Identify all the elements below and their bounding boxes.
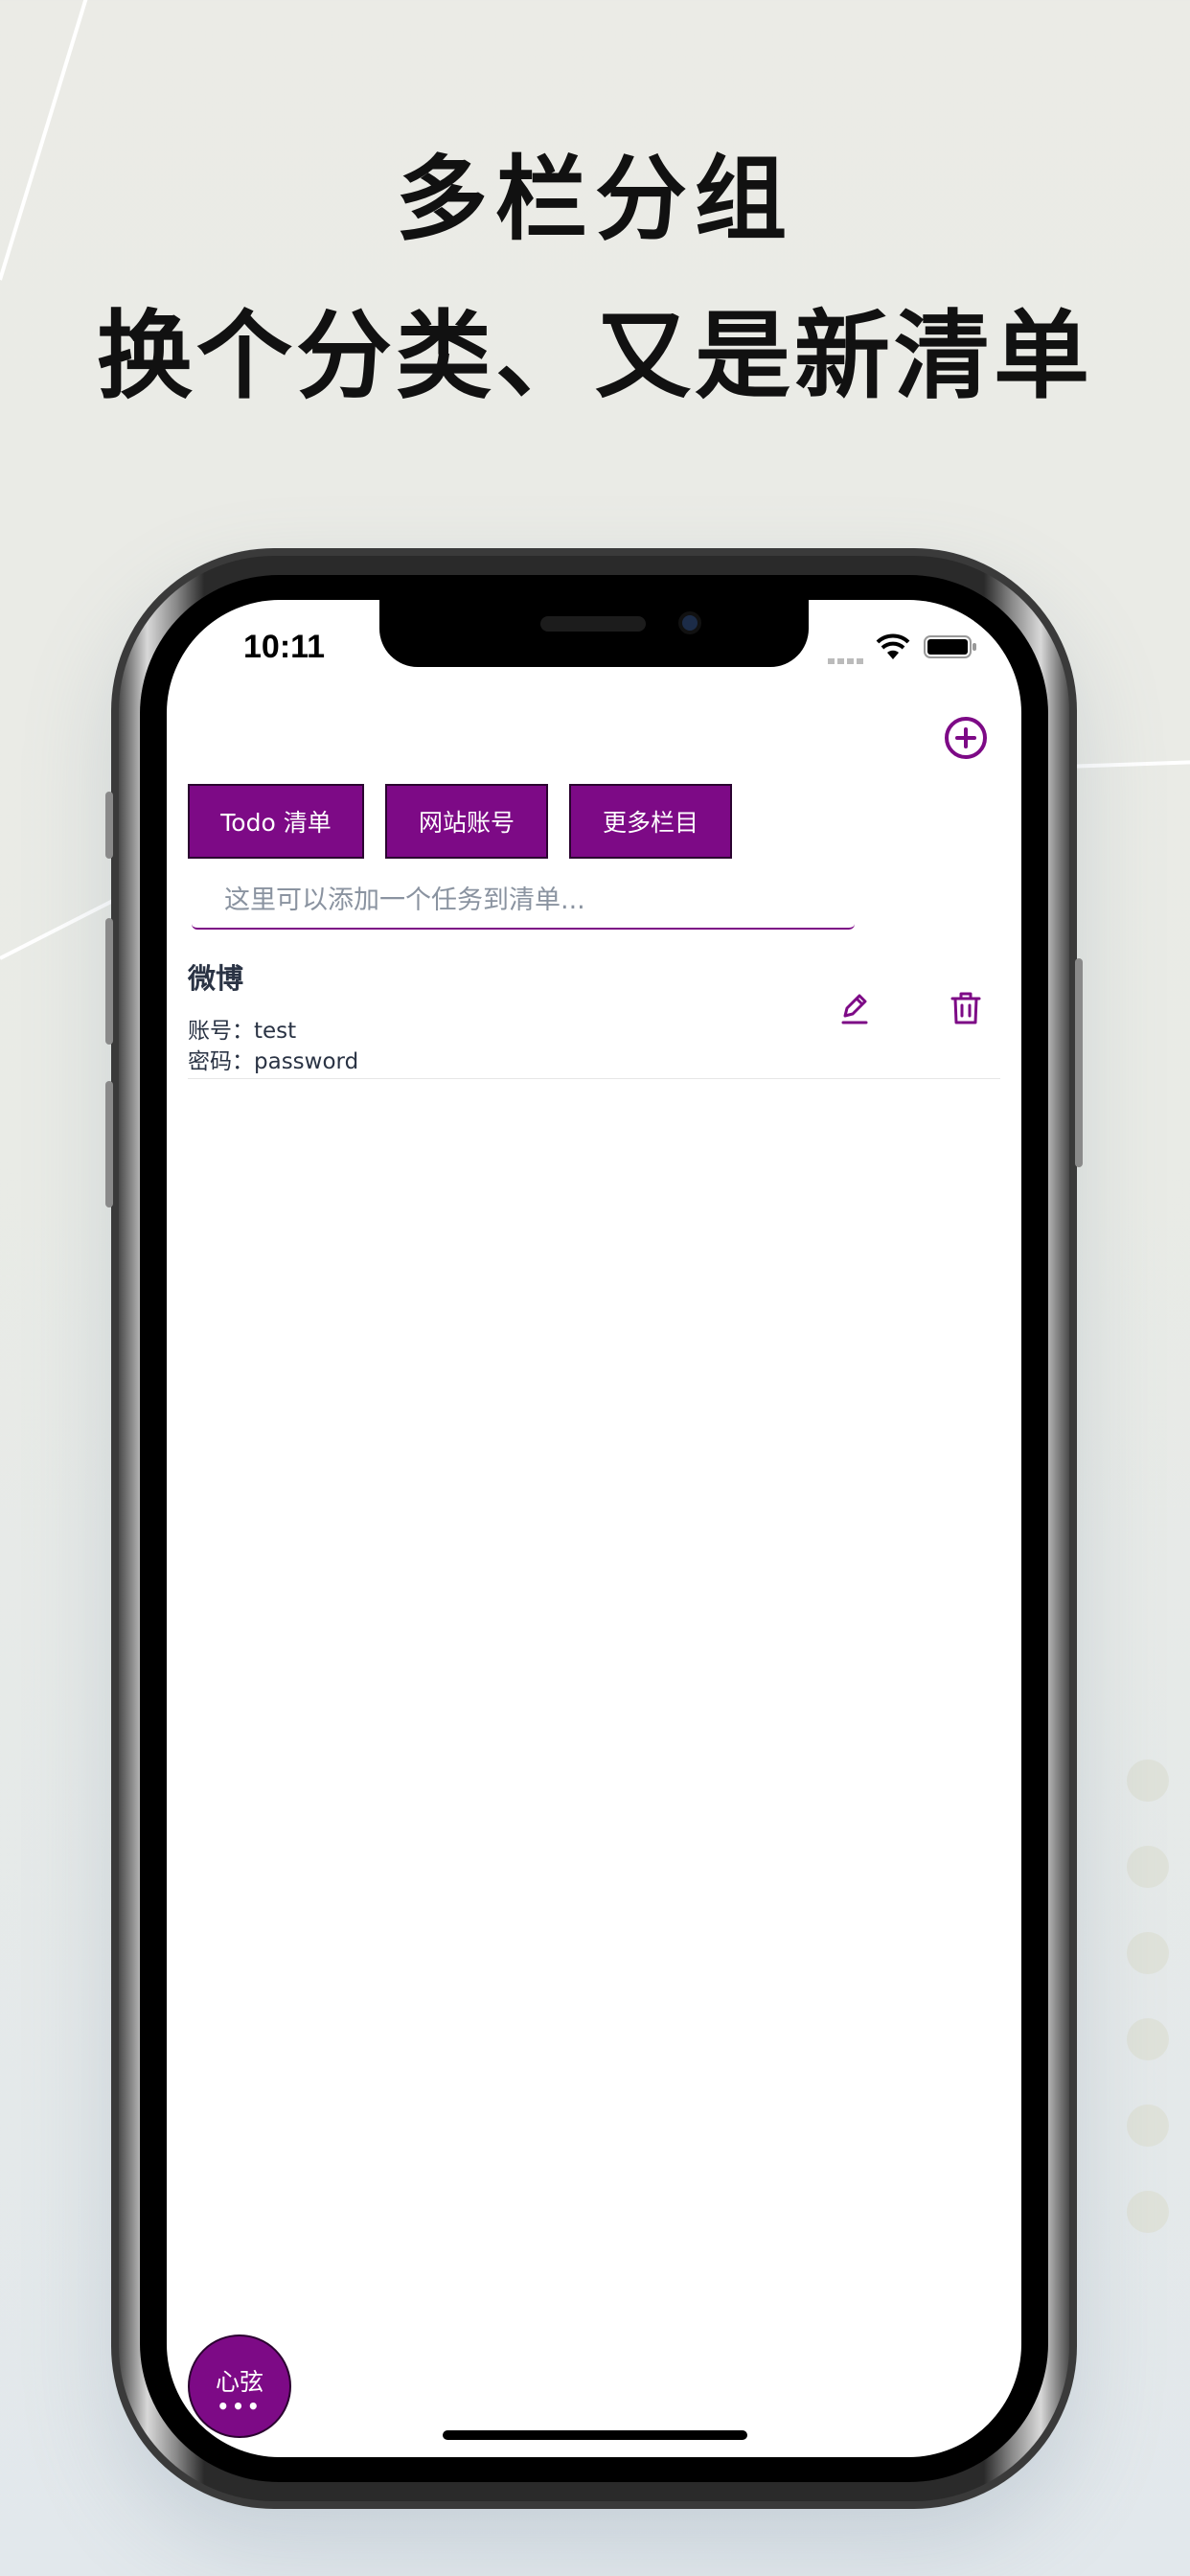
task-input[interactable] <box>192 872 855 930</box>
page-dot <box>1127 1846 1169 1888</box>
volume-up-button <box>105 918 113 1045</box>
page-dot <box>1127 1760 1169 1802</box>
plus-circle-icon[interactable] <box>943 715 989 761</box>
volume-down-button <box>105 1081 113 1208</box>
battery-icon <box>924 635 976 658</box>
status-time: 10:11 <box>243 629 326 665</box>
list-item[interactable]: 微博 账号：test 密码：password <box>188 949 1000 1079</box>
category-tabs: Todo 清单 网站账号 更多栏目 <box>188 784 753 859</box>
mute-switch <box>105 792 113 859</box>
page-dot <box>1127 2104 1169 2147</box>
power-button <box>1075 958 1083 1167</box>
front-camera <box>678 611 701 634</box>
page-dot <box>1127 2191 1169 2233</box>
edit-icon[interactable] <box>835 989 874 1027</box>
app-screen: 10:11 Todo 清单 网站账号 更多栏目 微博 账号：test 密码：pa… <box>167 600 1021 2457</box>
promo-subheadline: 换个分类、又是新清单 <box>97 300 1093 412</box>
trash-icon[interactable] <box>947 989 985 1027</box>
signal-icon <box>828 650 868 664</box>
tab-website-accounts[interactable]: 网站账号 <box>385 784 548 859</box>
item-account: 账号：test <box>188 1019 297 1044</box>
tab-todo-list[interactable]: Todo 清单 <box>188 784 364 859</box>
app-menu-button[interactable]: 心弦 ••• <box>188 2334 291 2438</box>
promo-headline: 多栏分组 <box>396 146 794 253</box>
item-password: 密码：password <box>188 1049 359 1074</box>
decorative-line <box>1063 760 1190 769</box>
speaker-grille <box>540 616 646 632</box>
page-dot <box>1127 1932 1169 1974</box>
home-indicator[interactable] <box>443 2430 747 2440</box>
more-dots-icon: ••• <box>217 2395 263 2418</box>
notch <box>379 600 809 667</box>
page-dot <box>1127 2018 1169 2060</box>
wifi-icon <box>876 633 910 659</box>
item-title: 微博 <box>188 962 244 995</box>
page-indicator-dots <box>1127 1760 1169 2277</box>
tab-more-columns[interactable]: 更多栏目 <box>569 784 732 859</box>
app-menu-label: 心弦 <box>215 2368 263 2396</box>
